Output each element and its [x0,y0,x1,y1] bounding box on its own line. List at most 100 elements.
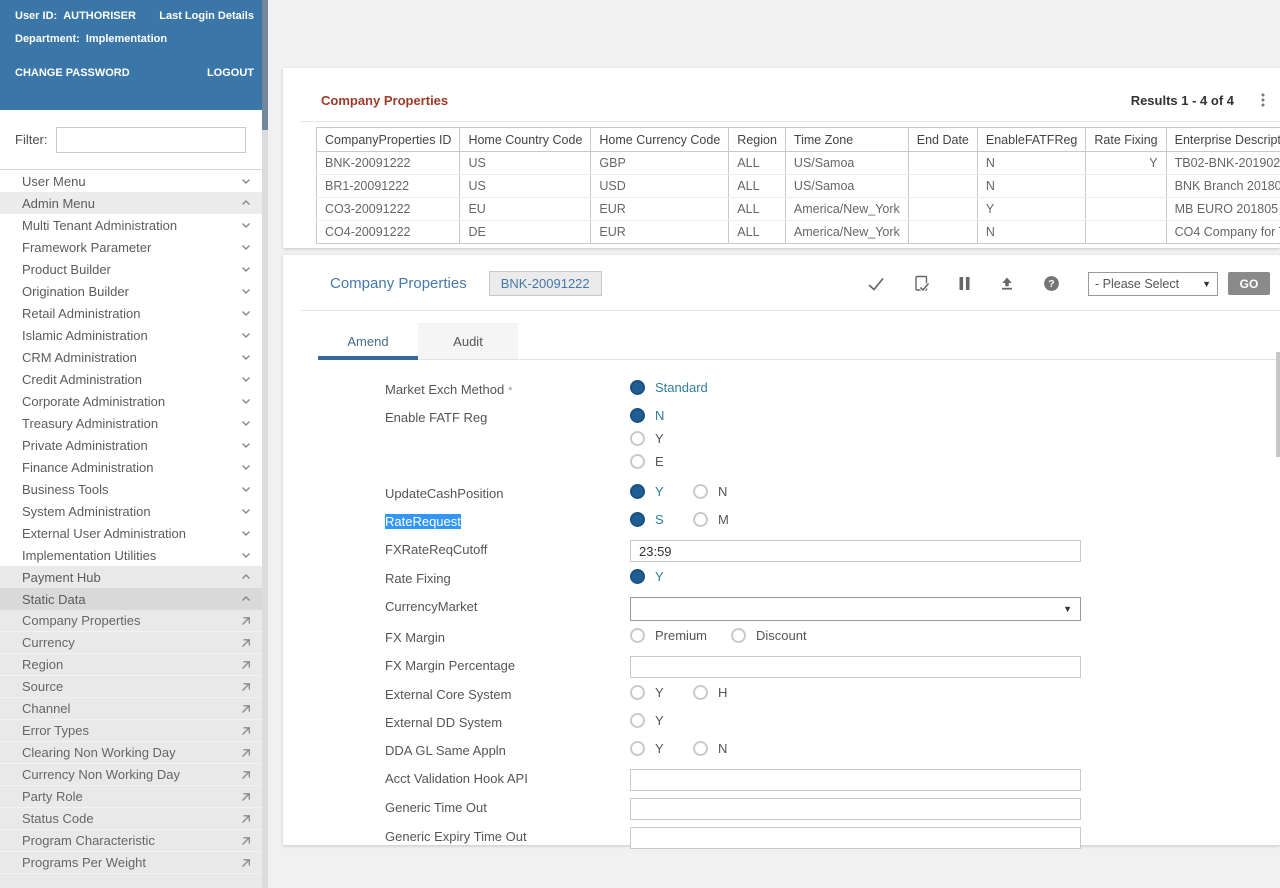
sidebar-item-retail-administration[interactable]: Retail Administration [0,302,268,324]
verify-document-icon[interactable] [913,275,930,292]
sidebar-item-program-characteristic[interactable]: Program Characteristic [0,830,268,852]
generic-expiry-time-out-input[interactable] [630,827,1081,849]
filter-input[interactable] [55,126,246,153]
fxratereqcutoff-input[interactable] [630,540,1081,562]
acct-validation-hook-api-input[interactable] [630,769,1081,791]
last-login-link[interactable]: Last Login Details [159,10,254,22]
sidebar-item-programs-per-weight[interactable]: Programs Per Weight [0,852,268,874]
currencymarket-select[interactable]: ▼ [630,597,1081,621]
cell-home-country-code: US [459,151,592,175]
sidebar-item-status-code[interactable]: Status Code [0,808,268,830]
sidebar-item-static-data[interactable]: Static Data [0,588,268,610]
sidebar-item-label: Party Role [22,789,83,804]
radio-button[interactable] [630,569,645,584]
sidebar-item-clearing-non-working-day[interactable]: Clearing Non Working Day [0,742,268,764]
radio-button[interactable] [693,741,708,756]
sidebar-item-label: Clearing Non Working Day [22,745,176,760]
sidebar-item-label: Multi Tenant Administration [22,217,178,233]
radio-label: Y [655,484,664,499]
pause-icon[interactable] [958,276,971,291]
chevron-down-icon [240,219,252,231]
sidebar-item-label: Retail Administration [22,305,141,321]
sidebar-item-error-types[interactable]: Error Types [0,720,268,742]
sidebar-item-currency-non-working-day[interactable]: Currency Non Working Day [0,764,268,786]
table-row: BR1-20091222 US USD ALL US/Samoa N BNK Branch … [315,174,1280,198]
cell-enterprise-description: TB02-BNK-201902 [1165,151,1280,175]
sidebar-item-origination-builder[interactable]: Origination Builder [0,280,268,302]
radio-button[interactable] [731,628,747,643]
sidebar-item-implementation-utilities[interactable]: Implementation Utilities [0,544,268,566]
form-row-external-dd-system: External DD System Y [385,713,1280,734]
sidebar-item-crm-administration[interactable]: CRM Administration [0,346,268,368]
go-button[interactable]: GO [1228,272,1270,295]
sidebar-item-business-tools[interactable]: Business Tools [0,478,268,500]
radio-button[interactable] [630,431,645,446]
sidebar-item-payment-hub[interactable]: Payment Hub [0,566,268,588]
change-password-link[interactable]: CHANGE PASSWORD [15,67,130,79]
form-row-rate-fixing: Rate Fixing Y [385,569,1280,590]
sidebar-item-label: Finance Administration [22,459,154,475]
sidebar-item-source[interactable]: Source [0,676,268,698]
cell-end-date [907,174,978,198]
action-select[interactable]: - Please Select ▼ [1088,271,1218,296]
open-screen-icon [240,637,252,649]
tab-amend[interactable]: Amend [318,323,418,360]
radio-label: Y [655,713,664,728]
logout-link[interactable]: LOGOUT [207,67,254,79]
sidebar-item-label: CRM Administration [22,349,137,365]
radio-button[interactable] [693,484,708,499]
radio-group: YH [630,685,1081,700]
chevron-down-icon [240,285,252,297]
divider [300,121,1280,122]
sidebar-item-label: Origination Builder [22,283,129,299]
sidebar-item-label: Private Administration [22,437,148,453]
sidebar-item-private-administration[interactable]: Private Administration [0,434,268,456]
page-scrollbar-thumb[interactable] [1276,352,1280,457]
radio-button[interactable] [630,380,645,395]
sidebar-item-credit-administration[interactable]: Credit Administration [0,368,268,390]
cell-companyproperties-id: CO4-20091222 [315,220,461,244]
radio-button[interactable] [630,713,645,728]
sidebar-item-treasury-administration[interactable]: Treasury Administration [0,412,268,434]
sidebar-item-framework-parameter[interactable]: Framework Parameter [0,236,268,258]
upload-icon[interactable] [999,276,1015,291]
sidebar-item-region[interactable]: Region [0,654,268,676]
radio-button[interactable] [630,741,645,756]
sidebar-item-company-properties[interactable]: Company Properties [0,610,268,632]
sidebar-item-product-builder[interactable]: Product Builder [0,258,268,280]
sidebar-item-islamic-administration[interactable]: Islamic Administration [0,324,268,346]
radio-button[interactable] [693,512,708,527]
kebab-menu-icon[interactable] [1256,92,1270,108]
fx-margin-percentage-input[interactable] [630,656,1081,678]
sidebar-item-admin-menu[interactable]: Admin Menu [0,192,268,214]
radio-button[interactable] [630,408,645,423]
radio-button[interactable] [630,484,645,499]
sidebar-item-party-role[interactable]: Party Role [0,786,268,808]
radio-button[interactable] [693,685,708,700]
sidebar-item-channel[interactable]: Channel [0,698,268,720]
cell-region: ALL [728,174,786,198]
sidebar-item-corporate-administration[interactable]: Corporate Administration [0,390,268,412]
generic-time-out-input[interactable] [630,798,1081,820]
radio-button[interactable] [630,685,645,700]
sidebar-item-user-menu[interactable]: User Menu [0,170,268,192]
sidebar-item-currency[interactable]: Currency [0,632,268,654]
field-label: Generic Time Out [385,800,487,815]
sidebar-item-multi-tenant-administration[interactable]: Multi Tenant Administration [0,214,268,236]
cell-region: ALL [728,220,786,244]
radio-button[interactable] [630,454,645,469]
tab-audit[interactable]: Audit [418,323,518,359]
sidebar-item-label: User Menu [22,173,86,189]
radio-option-y: Y [630,484,669,499]
approve-check-icon[interactable] [867,276,885,292]
sidebar-item-external-user-administration[interactable]: External User Administration [0,522,268,544]
sidebar-item-system-administration[interactable]: System Administration [0,500,268,522]
radio-button[interactable] [630,628,645,643]
field-label: External Core System [385,687,512,702]
help-icon[interactable]: ? [1043,275,1060,292]
radio-button[interactable] [630,512,645,527]
cell-home-currency-code: GBP [590,151,730,175]
chevron-down-icon [240,417,252,429]
required-asterisk: * [508,385,513,397]
sidebar-item-finance-administration[interactable]: Finance Administration [0,456,268,478]
